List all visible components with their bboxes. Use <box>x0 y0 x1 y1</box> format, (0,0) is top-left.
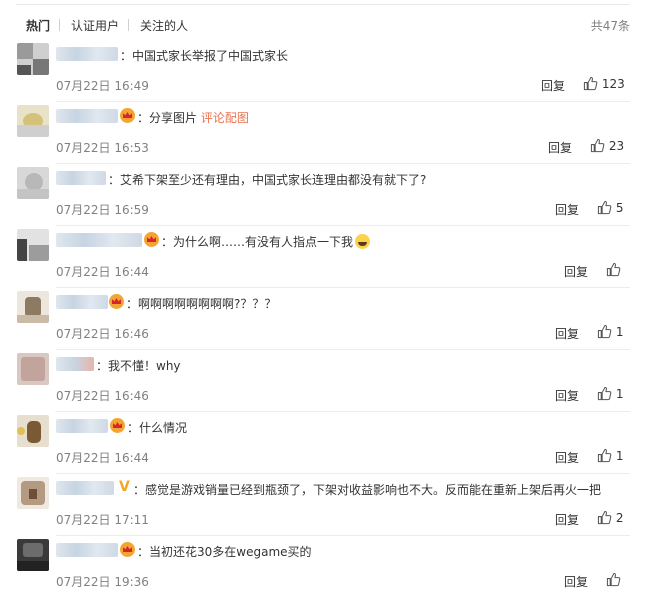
avatar[interactable] <box>17 229 49 261</box>
comment-time: 07月22日 16:59 <box>56 203 149 217</box>
like-button[interactable] <box>606 262 621 277</box>
reply-button[interactable]: 回复 <box>548 139 572 156</box>
like-button[interactable]: 1 <box>597 324 623 339</box>
thumbs-up-icon <box>597 200 612 215</box>
comment-text: ：艾希下架至少还有理由，中国式家长连理由都没有就下了? <box>108 173 427 187</box>
thumbs-up-icon <box>583 76 598 91</box>
thumbs-up-icon <box>597 324 612 339</box>
username-blurred[interactable] <box>56 109 118 123</box>
comment-item: ：当初还花30多在wegame买的 07月22日 19:36 回复 <box>16 536 630 598</box>
comment-time: 07月22日 16:46 <box>56 389 149 403</box>
username-blurred[interactable] <box>56 295 108 309</box>
vip-crown-icon <box>110 418 125 433</box>
username-blurred[interactable] <box>56 543 118 557</box>
vip-crown-icon <box>144 232 159 247</box>
tab-divider <box>128 19 129 31</box>
avatar[interactable] <box>17 291 49 323</box>
reply-button[interactable]: 回复 <box>555 325 579 342</box>
comment-time: 07月22日 16:44 <box>56 265 149 279</box>
like-count: 2 <box>615 511 624 525</box>
comment-time: 07月22日 19:36 <box>56 575 149 589</box>
like-count: 5 <box>615 201 624 215</box>
avatar[interactable] <box>17 539 49 571</box>
comment-item: ：啊啊啊啊啊啊啊啊?？？？ 07月22日 16:46 回复 1 <box>16 288 630 350</box>
comment-text: ：啊啊啊啊啊啊啊啊?？？？ <box>126 297 277 311</box>
tab-divider <box>59 19 60 31</box>
comment-time: 07月22日 17:11 <box>56 513 149 527</box>
tab-following[interactable]: 关注的人 <box>140 17 188 34</box>
reply-button[interactable]: 回复 <box>555 511 579 528</box>
comment-time: 07月22日 16:49 <box>56 79 149 93</box>
avatar[interactable] <box>17 105 49 137</box>
tab-verified-users[interactable]: 认证用户 <box>71 17 119 34</box>
reply-button[interactable]: 回复 <box>541 77 565 94</box>
top-divider <box>16 4 630 5</box>
comment-total-count: 共47条 <box>590 19 630 33</box>
thumbs-up-icon <box>606 572 621 587</box>
comment-item: ：我不懂！why 07月22日 16:46 回复 1 <box>16 350 630 412</box>
comment-text: ：感觉是游戏销量已经到瓶颈了，下架对收益影响也不大。反而能在重新上架后再火一把 <box>133 483 602 497</box>
reply-button[interactable]: 回复 <box>555 449 579 466</box>
username-blurred[interactable] <box>56 233 142 247</box>
like-button[interactable]: 23 <box>590 138 624 153</box>
verified-v-icon: V <box>119 479 130 495</box>
laughing-emoji-icon <box>355 234 371 249</box>
like-count: 123 <box>601 77 625 91</box>
comment-text: ：中国式家长举报了中国式家长 <box>120 49 289 63</box>
avatar[interactable] <box>17 477 49 509</box>
vip-crown-icon <box>109 294 124 309</box>
comment-item: ：什么情况 07月22日 16:44 回复 1 <box>16 412 630 474</box>
like-count: 1 <box>615 449 624 463</box>
comment-time: 07月22日 16:46 <box>56 327 149 341</box>
like-count: 1 <box>615 387 624 401</box>
avatar[interactable] <box>17 353 49 385</box>
comment-item: ：为什么啊……有没有人指点一下我 07月22日 16:44 回复 <box>16 226 630 288</box>
comment-time: 07月22日 16:53 <box>56 141 149 155</box>
like-button[interactable]: 1 <box>597 448 623 463</box>
like-button[interactable]: 1 <box>597 386 623 401</box>
like-button[interactable]: 5 <box>597 200 623 215</box>
reply-button[interactable]: 回复 <box>555 201 579 218</box>
thumbs-up-icon <box>597 510 612 525</box>
comment-time: 07月22日 16:44 <box>56 451 149 465</box>
username-blurred[interactable] <box>56 171 106 185</box>
like-button[interactable]: 123 <box>583 76 625 91</box>
comment-text: ：分享图片 评论配图 <box>137 111 249 125</box>
username-blurred[interactable] <box>56 419 108 433</box>
reply-button[interactable]: 回复 <box>564 573 588 590</box>
thumbs-up-icon <box>597 448 612 463</box>
comment-item: V ：感觉是游戏销量已经到瓶颈了，下架对收益影响也不大。反而能在重新上架后再火一… <box>16 474 630 536</box>
comment-text: ：为什么啊……有没有人指点一下我 <box>161 233 371 250</box>
reply-button[interactable]: 回复 <box>564 263 588 280</box>
comment-text: ：什么情况 <box>127 421 188 435</box>
thumbs-up-icon <box>606 262 621 277</box>
username-blurred[interactable] <box>56 47 118 61</box>
username-blurred[interactable] <box>56 357 94 371</box>
avatar[interactable] <box>17 415 49 447</box>
comment-filter-tabs: 热门 认证用户 关注的人 共47条 <box>0 10 646 40</box>
comment-item: ：艾希下架至少还有理由，中国式家长连理由都没有就下了? 07月22日 16:59… <box>16 164 630 226</box>
view-image-link[interactable]: 评论配图 <box>201 111 249 125</box>
tab-hot[interactable]: 热门 <box>26 17 50 34</box>
like-count: 1 <box>615 325 624 339</box>
like-button[interactable] <box>606 572 621 587</box>
comment-text: ：当初还花30多在wegame买的 <box>137 545 312 559</box>
like-count: 23 <box>608 139 625 153</box>
thumbs-up-icon <box>590 138 605 153</box>
vip-crown-icon <box>120 542 135 557</box>
vip-crown-icon <box>120 108 135 123</box>
avatar[interactable] <box>17 167 49 199</box>
thumbs-up-icon <box>597 386 612 401</box>
comment-item: ：中国式家长举报了中国式家长 07月22日 16:49 回复 123 <box>16 40 630 102</box>
reply-button[interactable]: 回复 <box>555 387 579 404</box>
like-button[interactable]: 2 <box>597 510 623 525</box>
avatar[interactable] <box>17 43 49 75</box>
username-blurred[interactable] <box>56 481 114 495</box>
comment-item: ：分享图片 评论配图 07月22日 16:53 回复 23 <box>16 102 630 164</box>
comment-text: ：我不懂！why <box>96 359 181 373</box>
